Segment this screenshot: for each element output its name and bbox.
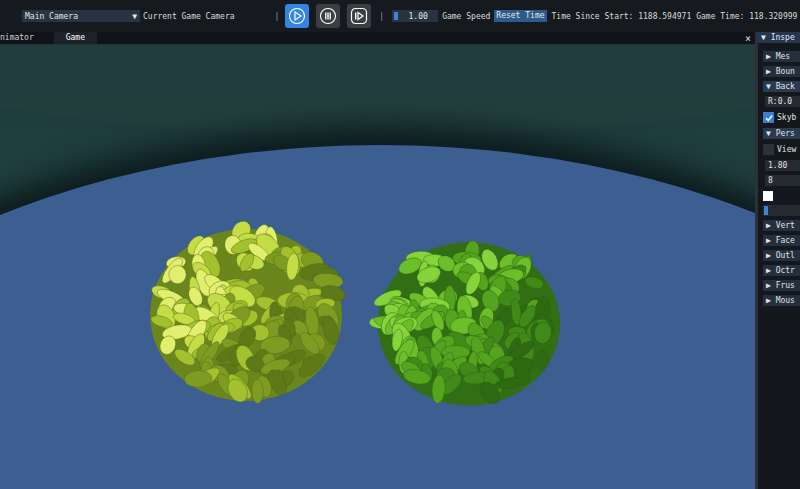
leaf: [402, 367, 432, 386]
inspector-section[interactable]: ▶ Octr: [763, 265, 800, 276]
leaf: [224, 375, 252, 405]
game-speed-slider[interactable]: 1.00: [392, 10, 438, 22]
game-viewport[interactable]: [0, 45, 755, 489]
leaf: [237, 251, 257, 274]
step-button[interactable]: [347, 4, 371, 28]
inspector-field[interactable]: R:0.0: [765, 96, 800, 107]
leaf: [431, 374, 446, 404]
checkbox[interactable]: [763, 112, 774, 123]
dropdown-arrow-icon[interactable]: ▼: [132, 12, 137, 21]
leaf: [476, 379, 503, 408]
tab[interactable]: Game: [54, 32, 97, 44]
bush: [135, 211, 357, 411]
inspector-section[interactable]: ▶ Outl: [763, 250, 800, 261]
leaf: [533, 321, 553, 345]
camera-label: Current Game Camera: [143, 12, 235, 21]
bush: [360, 225, 578, 415]
tab-strip: nimator Game ×: [0, 32, 755, 45]
inspector-field[interactable]: 8: [765, 175, 800, 186]
leaf: [494, 375, 525, 390]
inspector-section[interactable]: ▼ Back: [763, 81, 800, 92]
inspector-checkbox[interactable]: View: [763, 143, 800, 156]
toolbar: Main Camera▼Current Game Camera | | 1.00 Gam…: [0, 0, 800, 32]
leaf: [251, 379, 263, 403]
inspector-section[interactable]: ▶ Vert: [763, 220, 800, 231]
inspector-checkbox[interactable]: Skyb: [763, 111, 800, 124]
game-time: Game Time: 118.320999: [696, 12, 797, 21]
playback-controls: [285, 4, 371, 28]
game-speed-label: Game Speed: [442, 12, 490, 21]
step-icon: [350, 7, 368, 25]
leaf: [463, 270, 484, 297]
leaf: [523, 275, 545, 291]
separator: |: [379, 12, 384, 21]
inspector-section[interactable]: ▶ Face: [763, 235, 800, 246]
slider-fill: [764, 206, 768, 215]
inspector-header[interactable]: ▼ Inspe: [758, 32, 800, 43]
leaf: [535, 350, 548, 370]
checkbox[interactable]: [763, 144, 774, 155]
leaf: [159, 255, 186, 286]
leaf: [172, 346, 198, 369]
color-swatch-row: [763, 190, 800, 201]
sky: [0, 45, 755, 135]
pause-button[interactable]: [316, 4, 340, 28]
inspector-section[interactable]: ▶ Boun: [763, 66, 800, 77]
color-swatch[interactable]: [763, 191, 773, 201]
leaf: [295, 350, 328, 381]
inspector-section[interactable]: ▶ Mes: [763, 51, 800, 62]
play-button[interactable]: [285, 4, 309, 28]
reset-time-button[interactable]: Reset Time: [494, 10, 546, 22]
inspector-section[interactable]: ▼ Pers: [763, 128, 800, 139]
leaf: [169, 265, 187, 284]
inspector-section[interactable]: ▶ Frus: [763, 280, 800, 291]
leaf: [285, 252, 300, 280]
tab[interactable]: nimator: [0, 32, 44, 44]
game-panel: nimator Game ×: [0, 32, 755, 489]
close-button[interactable]: ×: [745, 33, 751, 44]
slider-fill: [394, 12, 398, 20]
inspector-section[interactable]: ▶ Mous: [763, 295, 800, 306]
leaf: [418, 308, 447, 332]
inspector-field[interactable]: 1.80: [765, 160, 800, 171]
pause-icon: [319, 7, 337, 25]
time-since-start: Time Since Start: 1188.594971: [552, 12, 692, 21]
inspector-slider[interactable]: [763, 205, 800, 216]
camera-select[interactable]: Main Camera▼: [22, 10, 140, 22]
leaf: [184, 370, 213, 388]
inspector-panel: ▼ Inspe ▶ Mes ▶ Boun ▼ Back R:0.0 Skyb ▼ Pers V…: [758, 32, 800, 489]
editor-window: Main Camera▼Current Game Camera | | 1.00 Gam…: [0, 0, 800, 489]
check-icon: [764, 113, 774, 123]
play-icon: [288, 7, 306, 25]
separator: |: [275, 12, 280, 21]
leaf: [415, 264, 443, 286]
